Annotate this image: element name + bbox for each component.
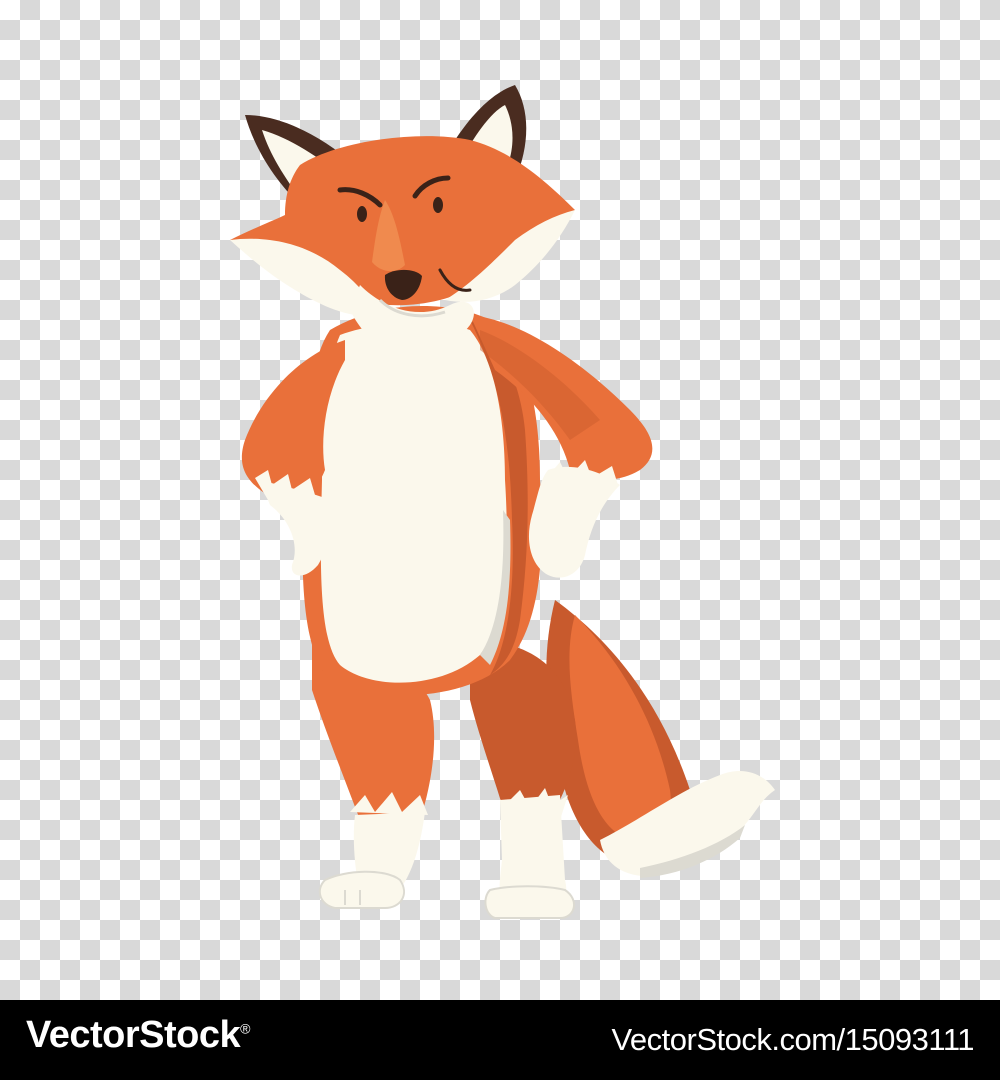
image-url: VectorStock.com/15093111: [611, 1022, 974, 1057]
registered-mark: ®: [240, 1020, 250, 1037]
watermark-bar: VectorStock® VectorStock.com/15093111: [0, 1000, 1000, 1080]
right-eye: [433, 197, 443, 213]
image-stage: VectorStock® VectorStock.com/15093111: [0, 0, 1000, 1080]
brand-name: VectorStock: [26, 1014, 241, 1056]
left-eye: [357, 206, 367, 222]
fox-character-icon: [230, 85, 775, 919]
brand-logo: VectorStock®: [26, 1014, 250, 1057]
fox-head: [230, 85, 575, 353]
fox-tail: [546, 600, 775, 878]
fox-right-leg: [470, 640, 576, 919]
